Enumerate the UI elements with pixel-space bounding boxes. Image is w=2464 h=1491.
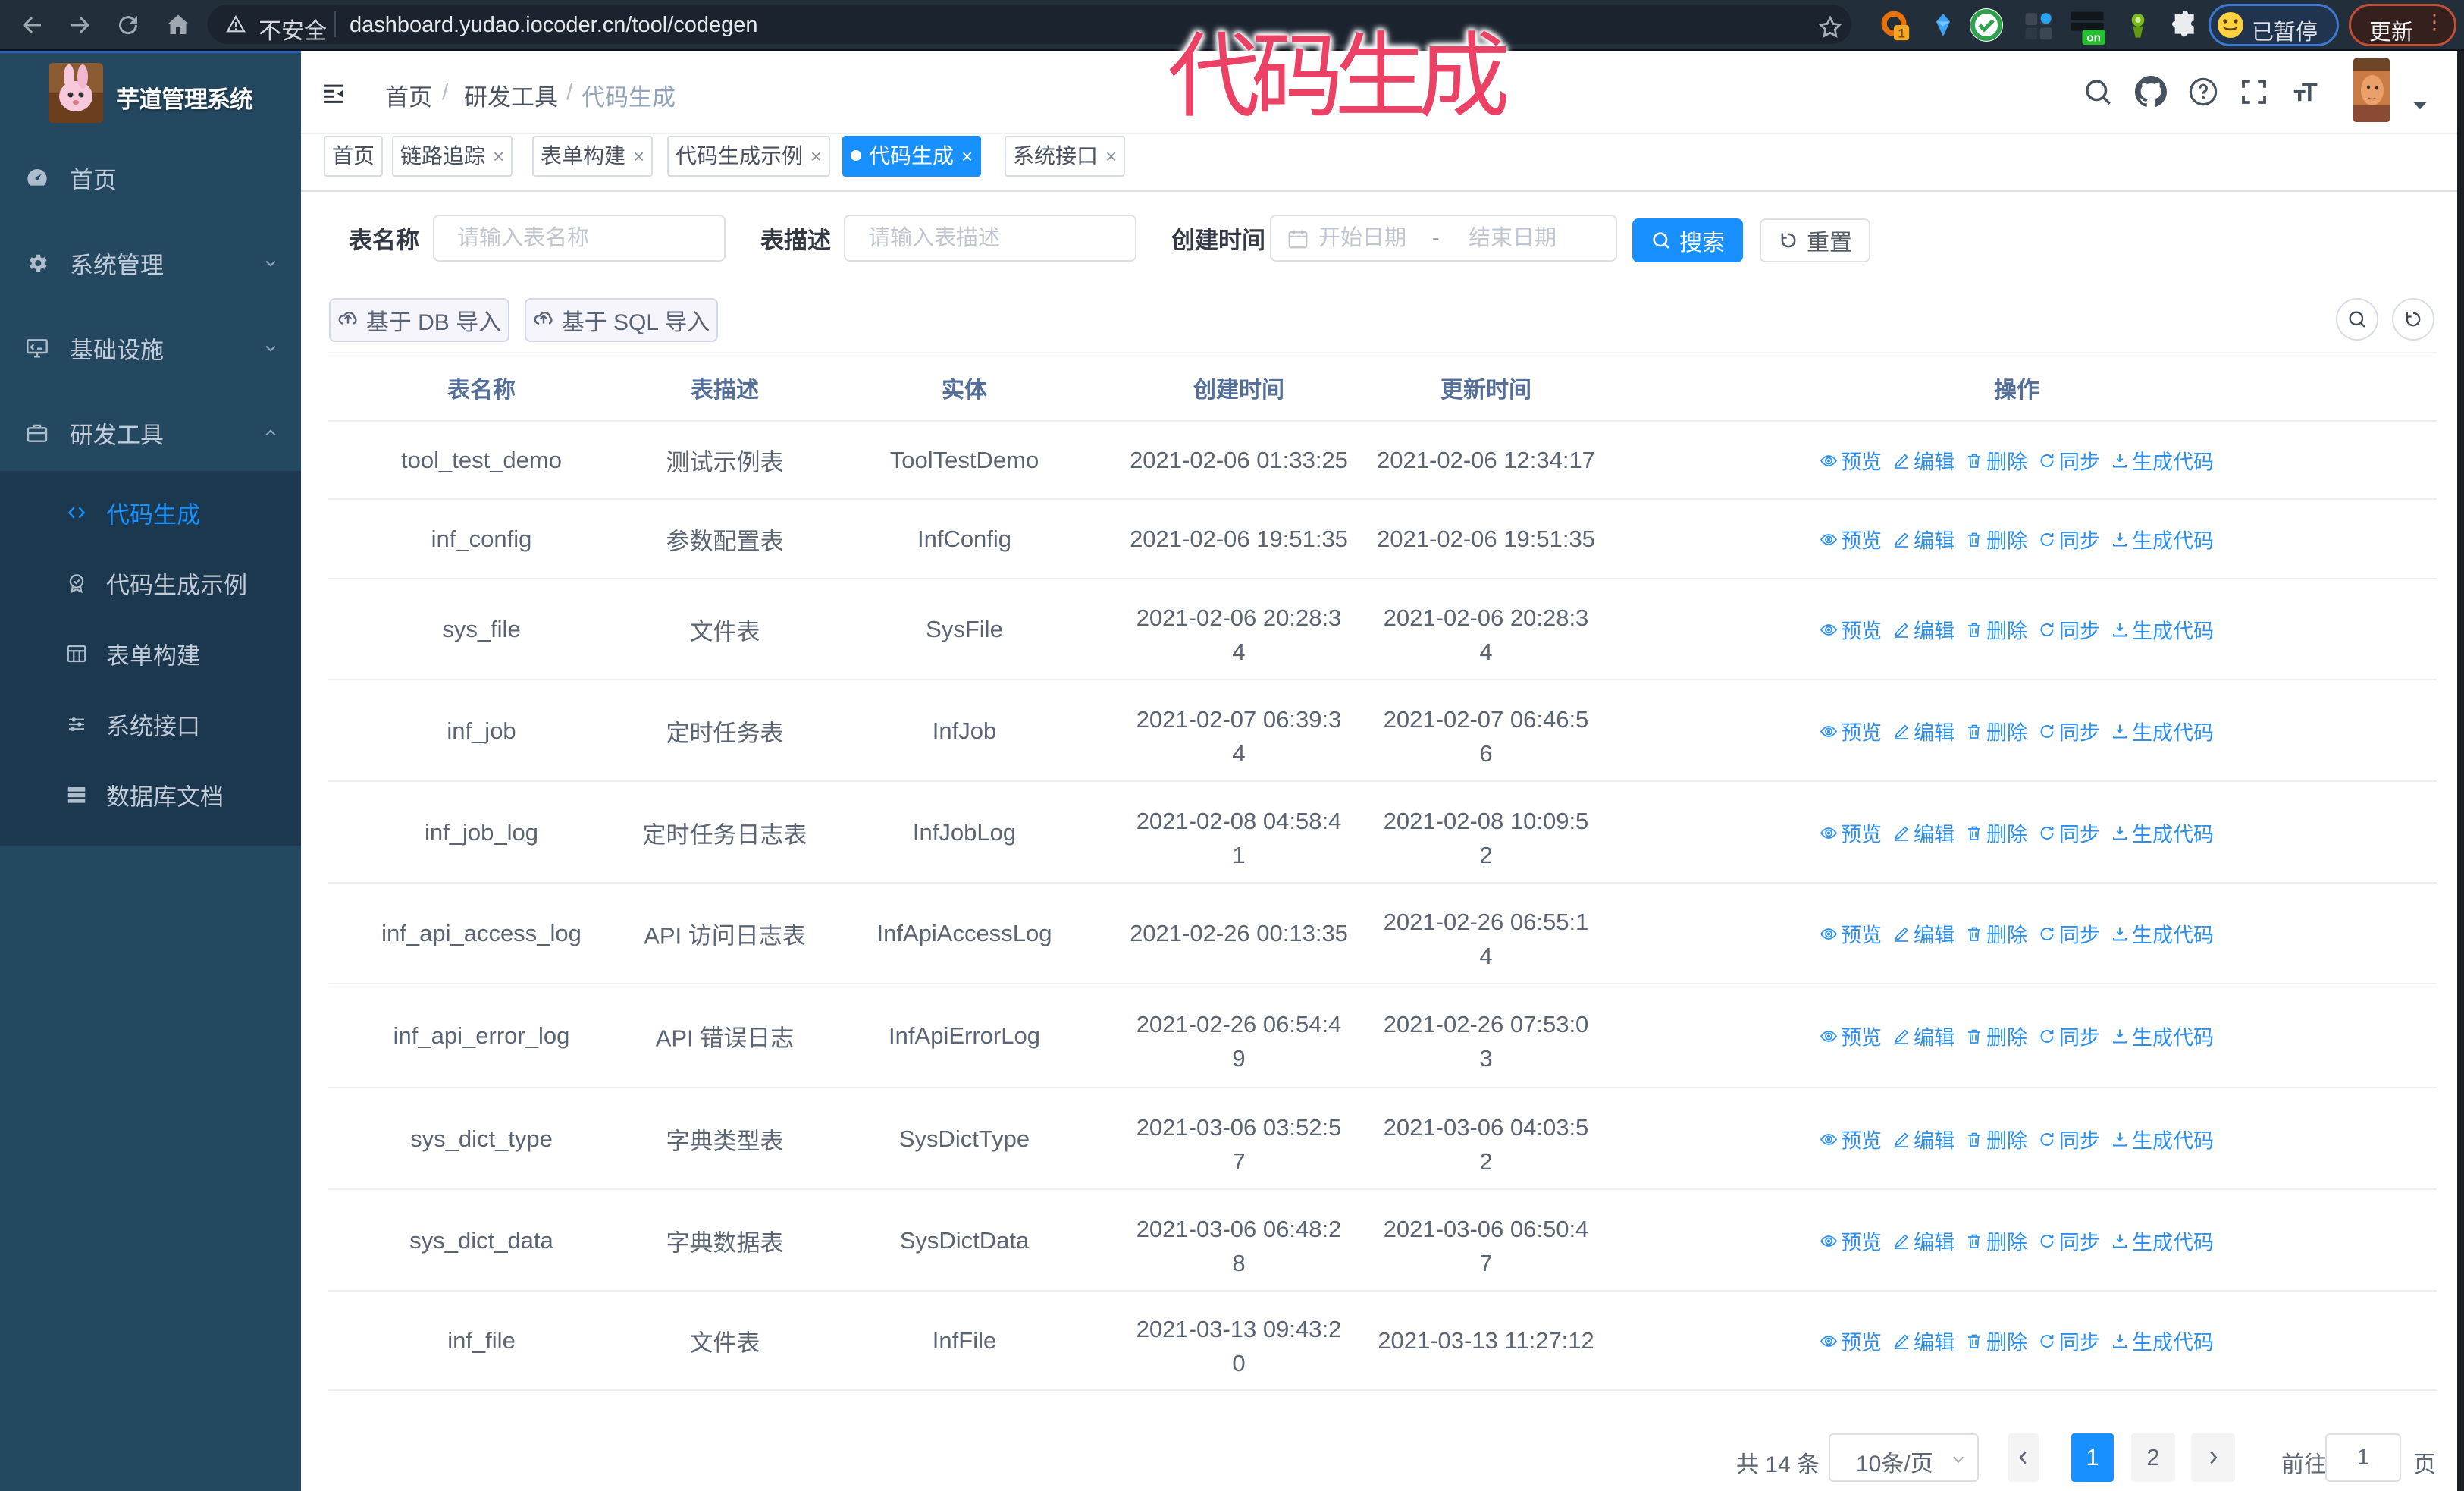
svg-text:on: on [2086, 32, 2101, 45]
svg-text:1: 1 [1898, 27, 1904, 41]
